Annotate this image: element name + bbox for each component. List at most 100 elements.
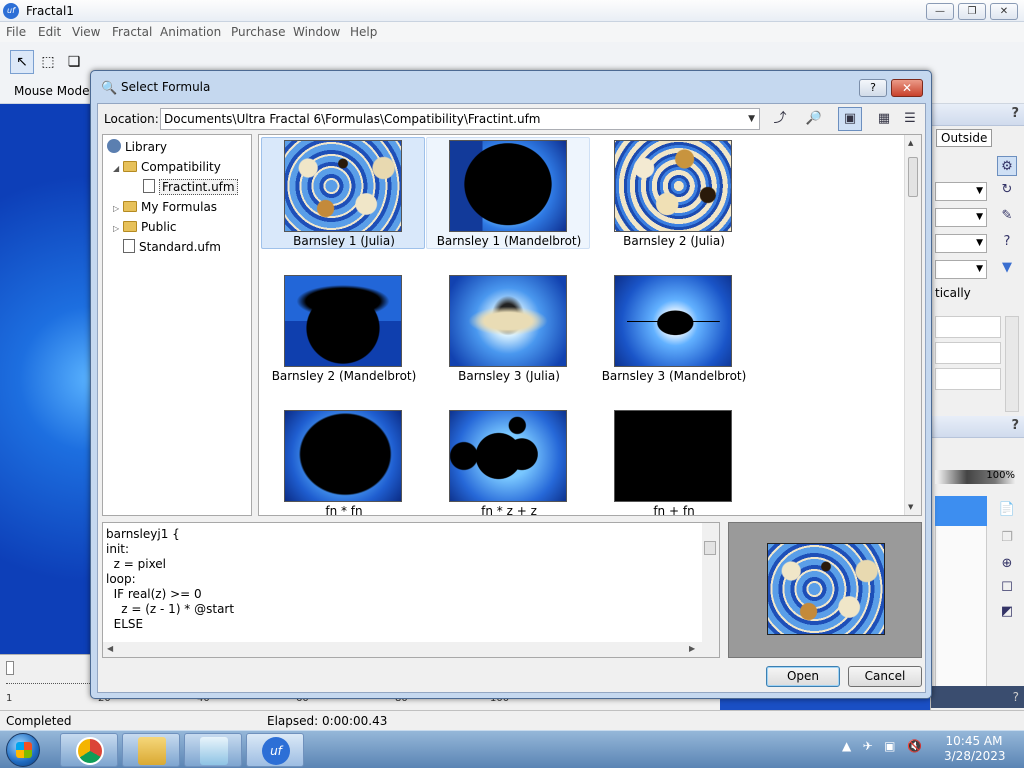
up-folder-icon[interactable]: ⤴ (768, 107, 792, 131)
dialog-help-button[interactable]: ? (859, 79, 887, 97)
select-arrow-icon[interactable]: ↖ (10, 50, 34, 74)
close-app-button[interactable]: ✕ (990, 3, 1018, 20)
menu-animation[interactable]: Animation (160, 25, 221, 39)
thumbnail-view-icon[interactable]: ▣ (838, 107, 862, 131)
formula-thumb[interactable]: Barnsley 1 (Julia) (261, 137, 425, 249)
tree-item-public[interactable]: ▷ Public (113, 218, 177, 236)
tree-item-compatibility[interactable]: ◢ Compatibility (113, 158, 221, 176)
search-icon[interactable]: 🔎 (802, 107, 826, 131)
panel-scrollbar[interactable] (1005, 316, 1019, 412)
open-button[interactable]: Open (766, 666, 840, 687)
layers-help-icon[interactable]: ? (1011, 418, 1019, 433)
scroll-left-icon[interactable]: ◀ (107, 644, 113, 653)
visibility-box-icon[interactable]: ☐ (997, 578, 1017, 598)
param-field[interactable] (935, 316, 1001, 338)
thumbnails-scrollbar[interactable]: ▲ ▼ (904, 135, 921, 515)
statusbar: Completed Elapsed: 0:00:00.43 (0, 710, 1024, 730)
scroll-down-icon[interactable]: ▼ (908, 503, 913, 511)
expand-triangle-icon[interactable]: ▷ (113, 200, 123, 218)
mapping-combo[interactable]: ▼ (935, 208, 987, 227)
triangle-down-icon[interactable]: ▼ (997, 258, 1017, 278)
tree-label: Fractint.ufm (159, 179, 238, 195)
restore-button[interactable]: ❐ (958, 3, 986, 20)
refresh-icon[interactable]: ↻ (997, 180, 1017, 200)
mask-icon[interactable]: ◩ (997, 602, 1017, 622)
formula-thumb[interactable]: Barnsley 2 (Mandelbrot) (261, 272, 425, 384)
system-tray[interactable]: ▲ ✈ ▣ 🔇 (842, 739, 922, 753)
param-field[interactable] (935, 342, 1001, 364)
formula-source-view[interactable]: barnsleyj1 { init: z = pixel loop: IF re… (102, 522, 720, 658)
formula-thumb[interactable]: Barnsley 3 (Julia) (426, 272, 590, 384)
tree-item-my-formulas[interactable]: ▷ My Formulas (113, 198, 217, 216)
param-field[interactable] (935, 368, 1001, 390)
formula-thumb[interactable]: fn * fn (261, 407, 425, 515)
panel-help-icon[interactable]: ? (1011, 106, 1019, 121)
formula-thumb[interactable]: fn * z + z (426, 407, 590, 515)
dialog-close-button[interactable]: ✕ (891, 79, 923, 97)
timeline-slider-handle[interactable] (6, 661, 14, 675)
chevron-down-icon[interactable]: ▼ (748, 109, 755, 129)
scroll-right-icon[interactable]: ▶ (689, 644, 695, 653)
tab-outside[interactable]: Outside (936, 129, 993, 147)
taskbar-explorer[interactable] (122, 733, 180, 767)
menu-fractal[interactable]: Fractal (112, 25, 152, 39)
marquee-icon[interactable]: ⬚ (36, 50, 60, 74)
chrome-icon (76, 737, 104, 765)
add-mask-icon[interactable]: ⊕ (997, 554, 1017, 574)
formula-thumbnails[interactable]: Barnsley 1 (Julia) Barnsley 1 (Mandelbro… (258, 134, 922, 516)
taskbar-notepad[interactable] (184, 733, 242, 767)
formula-combo[interactable]: ▼ (935, 182, 987, 201)
layer-properties-panel: ? Outside ⚙ ▼ ↻ ▼ ✎ ▼ ? ▼ ▼ tically ? 10… (930, 104, 1024, 710)
formula-thumb[interactable]: fn + fn (591, 407, 755, 516)
taskbar-ultrafractal[interactable]: uf (246, 733, 304, 767)
tree-item-fractint[interactable]: Fractint.ufm (143, 178, 238, 196)
windows-icon[interactable]: ❏ (62, 50, 86, 74)
formula-thumb[interactable]: Barnsley 1 (Mandelbrot) (426, 137, 590, 249)
fractal-preview-image (614, 140, 732, 232)
edit-formula-icon[interactable]: ✎ (997, 206, 1017, 226)
tree-item-standard[interactable]: Standard.ufm (123, 238, 221, 256)
menu-help[interactable]: Help (350, 25, 377, 39)
menu-edit[interactable]: Edit (38, 25, 61, 39)
copy-layer-icon[interactable]: ❐ (997, 528, 1017, 548)
dialog-titlebar[interactable]: 🔍 Select Formula ? ✕ (91, 71, 931, 103)
code-vscrollbar[interactable] (702, 523, 719, 643)
list-view-icon[interactable]: ☰ (898, 107, 922, 131)
code-hscrollbar[interactable]: ◀ ▶ (103, 642, 719, 657)
grid-view-icon[interactable]: ▦ (872, 107, 896, 131)
tree-item-library[interactable]: Library (107, 138, 167, 156)
location-combo[interactable]: Documents\Ultra Fractal 6\Formulas\Compa… (160, 108, 760, 130)
tree-label: Standard.ufm (139, 240, 221, 254)
fractal-preview-image (284, 275, 402, 367)
thumb-label: Barnsley 2 (Julia) (623, 234, 725, 248)
formula-tree[interactable]: Library ◢ Compatibility Fractint.ufm ▷ My … (102, 134, 252, 516)
expand-triangle-icon[interactable]: ▷ (113, 220, 123, 238)
code-line: z = pixel (106, 557, 167, 571)
layers-list[interactable] (935, 496, 987, 696)
thumb-label: fn + fn (653, 504, 695, 516)
minimize-button[interactable]: — (926, 3, 954, 20)
scroll-up-icon[interactable]: ▲ (908, 139, 913, 147)
start-button[interactable] (6, 733, 40, 767)
menu-purchase[interactable]: Purchase (231, 25, 286, 39)
formula-browse-icon[interactable]: ⚙ (997, 156, 1017, 176)
cancel-button[interactable]: Cancel (848, 666, 922, 687)
clock-time: 10:45 AM (945, 734, 1003, 748)
formula-thumb[interactable]: Barnsley 2 (Julia) (591, 137, 755, 249)
add-layer-icon[interactable]: 📄 (997, 500, 1017, 520)
collapse-triangle-icon[interactable]: ◢ (113, 160, 123, 178)
menu-view[interactable]: View (72, 25, 100, 39)
code-line: IF real(z) >= 0 (106, 587, 202, 601)
selected-layer[interactable] (935, 496, 987, 526)
menu-file[interactable]: File (6, 25, 26, 39)
parameter-combo-2[interactable]: ▼ (935, 260, 987, 279)
fractal-canvas[interactable] (0, 104, 92, 654)
parameter-combo-1[interactable]: ▼ (935, 234, 987, 253)
menu-window[interactable]: Window (293, 25, 340, 39)
scrollbar-thumb[interactable] (908, 157, 918, 197)
scrollbar-thumb[interactable] (704, 541, 716, 555)
clock[interactable]: 10:45 AM 3/28/2023 (944, 734, 1006, 764)
formula-thumb[interactable]: Barnsley 3 (Mandelbrot) (591, 272, 755, 384)
help-icon[interactable]: ? (997, 232, 1017, 252)
taskbar-chrome[interactable] (60, 733, 118, 767)
